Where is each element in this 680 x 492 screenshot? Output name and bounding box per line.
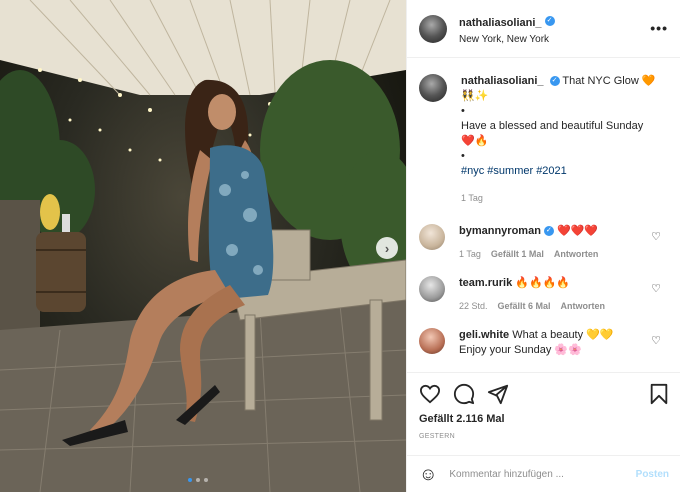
comment-time: 22 Std. [459,301,488,311]
caption-line3: Have a blessed and beautiful Sunday [461,120,644,132]
carousel-dots [188,478,208,482]
more-options-icon[interactable]: ••• [650,20,668,36]
caption-hashtags[interactable]: #nyc #summer #2021 [461,164,661,179]
header-username[interactable]: nathaliasoliani_ [459,17,542,29]
avatar[interactable] [419,276,445,302]
header-names: nathaliasoliani_ ✓ New York, New York [459,13,555,45]
fire-icon: 🔥🔥🔥🔥 [515,277,571,289]
comment-text: What a beauty [512,329,584,341]
comment-text: Enjoy your Sunday [459,344,552,356]
post-photo[interactable]: › [0,0,406,492]
avatar[interactable] [419,74,447,102]
reply-button[interactable]: Antworten [561,299,606,314]
comment-username[interactable]: bymannyroman [459,225,541,237]
comment-icon[interactable] [453,383,475,405]
comment-time: 1 Tag [459,249,481,259]
comment-body: bymannyroman ✓ ❤️❤️❤️ 1 Tag Gefällt 1 Mal… [459,224,639,262]
carousel-dot [188,478,192,482]
orange-heart-icon: 🧡 [641,75,656,87]
carousel-dot [204,478,208,482]
comment-input[interactable]: Kommentar hinzufügen ... [449,469,635,480]
like-icon[interactable] [419,384,441,404]
comment-item: team.rurik 🔥🔥🔥🔥 22 Std. Gefällt 6 Mal An… [419,276,669,314]
comment-likes[interactable]: Gefällt 6 Mal [498,299,551,314]
hearts-icon: ❤️❤️❤️ [556,225,599,237]
heart-icon[interactable]: ♡ [651,230,661,243]
caption-line1: That NYC Glow [562,75,639,87]
likes-count[interactable]: Gefällt 2.116 Mal [419,413,669,425]
caption-line4-emoji: ❤️🔥 [461,135,489,147]
comment-body: team.rurik 🔥🔥🔥🔥 22 Std. Gefällt 6 Mal An… [459,276,639,314]
comment-meta: 1 Tag Gefällt 1 Mal Antworten [459,247,639,262]
comments-section: nathaliasoliani_ ✓ That NYC Glow 🧡 👯✨ • H… [407,58,680,372]
comment-username[interactable]: geli.white [459,329,509,341]
heart-icon[interactable]: ♡ [651,282,661,295]
post-actions: Gefällt 2.116 Mal GESTERN [407,372,680,450]
caption: nathaliasoliani_ ✓ That NYC Glow 🧡 👯✨ • H… [419,74,669,206]
comment-item: bymannyroman ✓ ❤️❤️❤️ 1 Tag Gefällt 1 Mal… [419,224,669,262]
verified-icon: ✓ [543,226,554,237]
post-header: nathaliasoliani_ ✓ New York, New York ••• [407,0,680,58]
flower-icon: 🌸🌸 [554,344,582,356]
heart-icon[interactable]: ♡ [651,334,661,347]
comment-likes[interactable]: Gefällt 1 Mal [491,247,544,262]
caption-bullet: • [461,150,465,162]
post-sidebar: nathaliasoliani_ ✓ New York, New York •••… [406,0,680,492]
avatar[interactable] [419,224,445,250]
avatar[interactable] [419,14,447,43]
caption-bullet: • [461,105,465,117]
avatar[interactable] [419,328,445,354]
caption-text: nathaliasoliani_ ✓ That NYC Glow 🧡 👯✨ • H… [461,74,661,206]
post-date: GESTERN [419,433,455,440]
photo-scene [0,0,406,492]
next-photo-button[interactable]: › [376,237,398,259]
emoji-icon[interactable]: ☺ [419,464,437,485]
share-icon[interactable] [487,383,509,405]
caption-line2-emoji: 👯✨ [461,90,489,102]
caption-time: 1 Tag [461,193,483,203]
reply-button[interactable]: Antworten [554,247,599,262]
verified-icon: ✓ [549,76,560,87]
save-bookmark-icon[interactable] [649,383,669,405]
comment-meta: 22 Std. Gefällt 6 Mal Antworten [459,299,639,314]
verified-icon: ✓ [544,16,555,27]
post-button[interactable]: Posten [636,469,669,480]
comment-item: geli.white What a beauty 💛💛 Enjoy your S… [419,328,669,358]
carousel-dot [196,478,200,482]
add-comment-bar: ☺ Kommentar hinzufügen ... Posten [407,455,680,492]
comment-username[interactable]: team.rurik [459,277,512,289]
comment-body: geli.white What a beauty 💛💛 Enjoy your S… [459,328,639,358]
caption-username[interactable]: nathaliasoliani_ [461,75,544,87]
yellow-heart-icon: 💛💛 [586,329,614,341]
action-icons [419,381,669,407]
post-location[interactable]: New York, New York [459,34,555,45]
